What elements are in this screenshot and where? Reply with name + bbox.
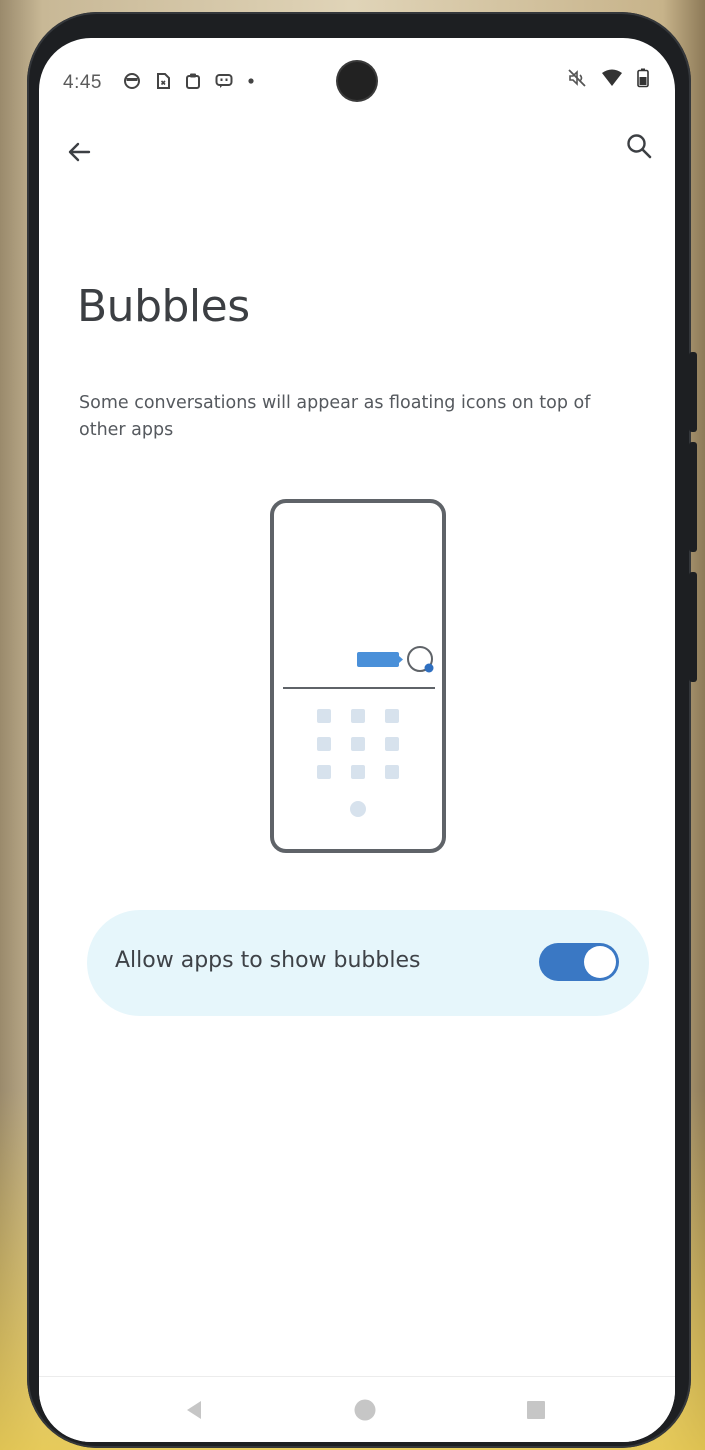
home-circle-icon: [354, 1399, 376, 1421]
illustration-message-bar: [357, 652, 399, 667]
dot-icon: [247, 72, 255, 94]
sim-icon: [155, 72, 171, 94]
arrow-left-icon: [68, 142, 91, 162]
device-screen: 4:45 Bubbles Some conversations will app…: [39, 38, 675, 1442]
back-button[interactable]: [57, 130, 101, 174]
page-title: Bubbles: [77, 281, 250, 332]
allow-bubbles-switch[interactable]: [539, 943, 619, 981]
illustration-bubble-badge: [424, 663, 434, 673]
side-button-upper: [689, 352, 697, 432]
switch-thumb: [584, 946, 616, 978]
back-triangle-icon: [187, 1401, 201, 1419]
allow-bubbles-label: Allow apps to show bubbles: [115, 948, 421, 973]
status-icons-right: [567, 68, 649, 92]
illustration-home-dot: [350, 801, 366, 817]
illustration-phone-outline: [270, 499, 446, 853]
allow-bubbles-setting[interactable]: Allow apps to show bubbles: [87, 910, 649, 1016]
illustration-app-grid: [317, 709, 399, 779]
recents-square-icon: [527, 1401, 545, 1419]
nav-recents-button[interactable]: [514, 1388, 558, 1432]
bubbles-illustration: [269, 498, 449, 862]
side-button-lower: [689, 572, 697, 682]
clipboard-icon: [185, 72, 201, 94]
media-icon: [123, 72, 141, 94]
front-camera: [338, 62, 376, 100]
search-icon: [627, 134, 652, 159]
status-time: 4:45: [63, 72, 102, 93]
chat-icon: [215, 72, 233, 94]
page-description: Some conversations will appear as floati…: [79, 393, 591, 440]
side-button-middle: [689, 442, 697, 552]
nav-back-button[interactable]: [172, 1388, 216, 1432]
nav-home-button[interactable]: [343, 1388, 387, 1432]
wifi-icon: [601, 69, 623, 91]
system-navigation-bar: [39, 1376, 675, 1442]
silent-icon: [567, 68, 587, 92]
search-button[interactable]: [617, 124, 661, 168]
battery-icon: [637, 68, 649, 92]
status-icons-left: [123, 72, 255, 94]
